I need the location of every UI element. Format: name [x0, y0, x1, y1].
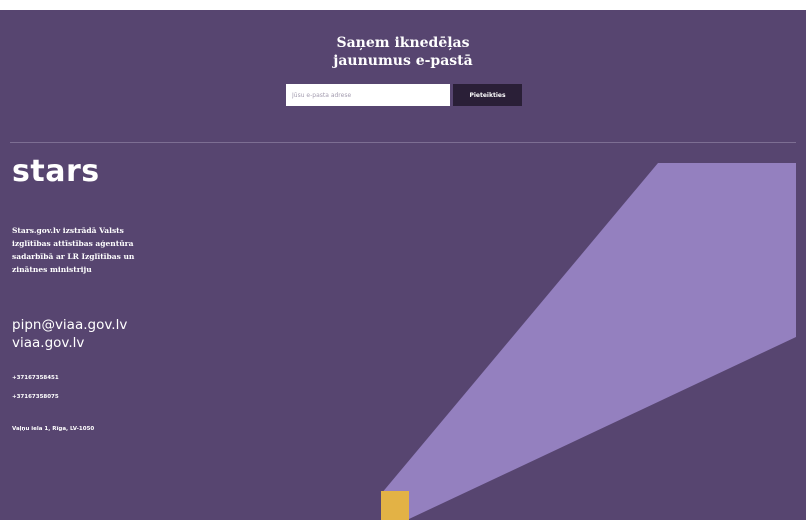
newsletter-title-line-1: Saņem iknedēļas	[336, 35, 470, 51]
newsletter-title-line-2: jaunumus e-pastā	[333, 53, 473, 69]
about-text: Stars.gov.lv izstrādā Valsts izglītības …	[12, 226, 135, 274]
light-purple-trapezoid	[381, 163, 796, 519]
email-input[interactable]	[286, 84, 450, 106]
subscribe-button[interactable]: Pieteikties	[453, 84, 522, 106]
contact-links: pipn@viaa.gov.lv viaa.gov.lv	[12, 316, 127, 352]
address-text: Vaļņu iela 1, Rīga, LV-1050	[12, 426, 95, 432]
phone-number-2[interactable]: +37167358075	[12, 394, 59, 400]
divider	[10, 142, 796, 143]
newsletter-title: Saņem iknedēļas jaunumus e-pastā	[0, 34, 806, 70]
yellow-accent-square	[381, 491, 409, 520]
footer-section: Saņem iknedēļas jaunumus e-pastā Pieteik…	[0, 10, 806, 520]
email-link[interactable]: pipn@viaa.gov.lv	[12, 316, 127, 334]
website-link[interactable]: viaa.gov.lv	[12, 334, 127, 352]
stars-logo[interactable]: stars	[12, 154, 100, 190]
phone-number-1[interactable]: +37167358451	[12, 375, 59, 381]
